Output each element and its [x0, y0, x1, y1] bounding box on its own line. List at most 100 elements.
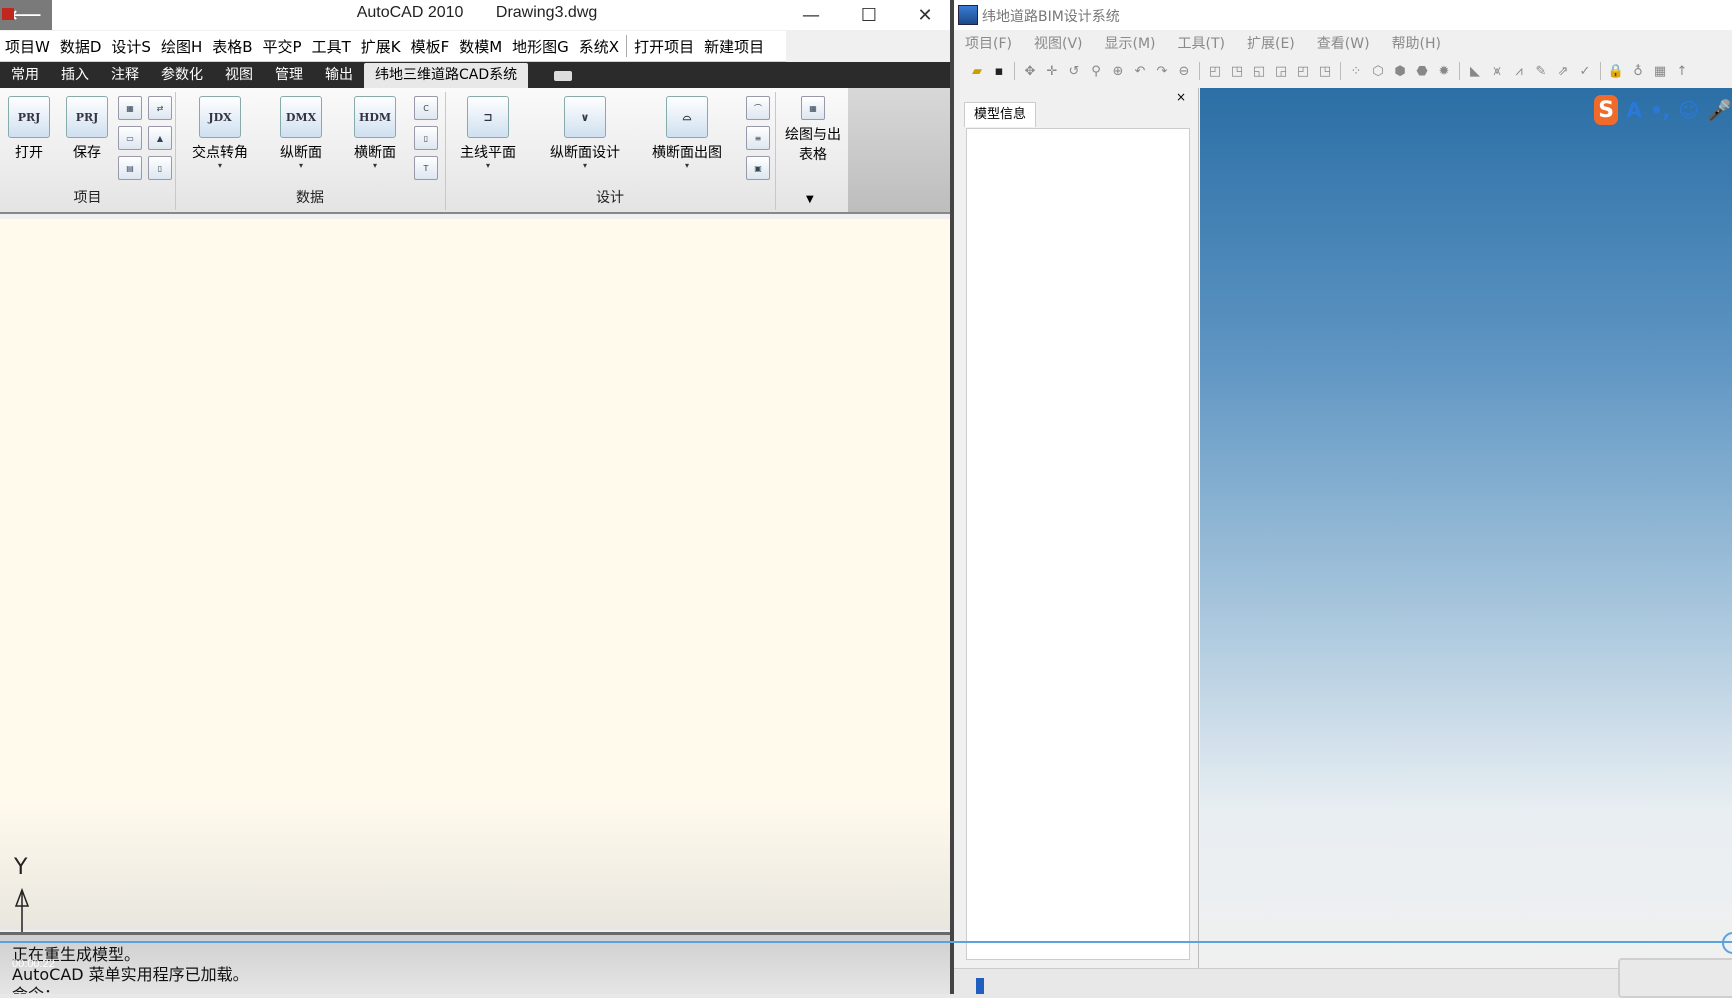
close-button[interactable]: ✕ [896, 0, 954, 30]
solid-icon[interactable]: ⬣ [1413, 62, 1431, 80]
model-info-tree[interactable] [966, 128, 1190, 960]
menu-item-intersection[interactable]: 平交P [258, 36, 307, 57]
ime-mic-icon[interactable]: 🎤 [1707, 98, 1732, 122]
menu-item-help[interactable]: 帮助(H) [1381, 33, 1452, 53]
road-model-icon[interactable]: ◣ [1466, 62, 1484, 80]
ime-english-icon[interactable]: A [1626, 98, 1641, 122]
zoom-realtime-icon[interactable]: ⚲ [1087, 62, 1105, 80]
zoom-next-icon[interactable]: ↷ [1153, 62, 1171, 80]
open-project-button[interactable]: PRJ 打开 [8, 96, 50, 162]
panel-close-icon[interactable]: × [1176, 90, 1186, 104]
menu-item-design[interactable]: 设计S [106, 36, 156, 57]
view-front-icon[interactable]: ◰ [1206, 62, 1224, 80]
dmx-button[interactable]: DMX 纵断面 ▾ [280, 96, 322, 170]
ctr-icon[interactable]: C [414, 96, 438, 120]
menu-item-lookup[interactable]: 查看(W) [1306, 33, 1381, 53]
dropdown-arrow-icon: ▾ [298, 161, 303, 170]
menu-item-extend[interactable]: 扩展K [356, 36, 406, 57]
points-icon[interactable]: ⁘ [1347, 62, 1365, 80]
tab-model-info[interactable]: 模型信息 [964, 102, 1036, 127]
ime-emoji-icon[interactable]: ☺ [1678, 98, 1699, 122]
menu-item-topo[interactable]: 地形图G [507, 36, 574, 57]
open-folder-icon[interactable]: ▰ [968, 62, 986, 80]
profile-design-button[interactable]: ∨ 纵断面设计 ▾ [550, 96, 620, 170]
tab-home[interactable]: 常用 [0, 63, 50, 88]
project-window-icon[interactable]: ▭ [118, 126, 142, 150]
sogou-logo-icon[interactable]: S [1594, 95, 1619, 125]
hdm-button[interactable]: HDM 横断面 ▾ [354, 96, 396, 170]
tab-hintcad[interactable]: 纬地三维道路CAD系统 [364, 63, 529, 88]
grid-icon[interactable]: ▦ [1651, 62, 1669, 80]
image-icon[interactable]: ▣ [746, 156, 770, 180]
edit-icon[interactable]: ✎ [1532, 62, 1550, 80]
plot-tables-button[interactable]: ▦ 绘图与出 表格 [778, 96, 848, 164]
menu-item-extend[interactable]: 扩展(E) [1236, 33, 1306, 53]
drawing-area[interactable] [0, 219, 950, 930]
terrain-icon[interactable]: ▲ [148, 126, 172, 150]
maximize-button[interactable]: ☐ [840, 0, 898, 30]
view-bottom-icon[interactable]: ◳ [1316, 62, 1334, 80]
zoom-prev-icon[interactable]: ↶ [1131, 62, 1149, 80]
export-icon[interactable]: ⇗ [1554, 62, 1572, 80]
tab-manage[interactable]: 管理 [264, 63, 314, 88]
zoom-out-icon[interactable]: ⊖ [1175, 62, 1193, 80]
view-top-icon[interactable]: ◰ [1294, 62, 1312, 80]
curve-icon[interactable]: ⌒ [746, 96, 770, 120]
project-compare-icon[interactable]: ⇄ [148, 96, 172, 120]
command-prompt[interactable]: 命令： [12, 981, 60, 994]
bridge-icon[interactable]: ⩙ [1488, 62, 1506, 80]
ime-punctuation-icon[interactable]: •, [1650, 98, 1670, 122]
report-icon[interactable]: ▯ [414, 126, 438, 150]
panel-expand-icon[interactable]: ▼ [806, 194, 814, 205]
document-icon[interactable]: ▯ [148, 156, 172, 180]
shaded-icon[interactable]: ⬢ [1391, 62, 1409, 80]
save-icon[interactable]: ▪ [990, 62, 1008, 80]
tab-output[interactable]: 输出 [314, 63, 364, 88]
menu-item-data[interactable]: 数据D [55, 36, 107, 57]
jdx-icon: JDX [199, 96, 241, 138]
tunnel-icon[interactable]: ⩘ [1510, 62, 1528, 80]
tab-annotate[interactable]: 注释 [100, 63, 150, 88]
rotate-icon[interactable]: ↺ [1065, 62, 1083, 80]
menu-item-tools[interactable]: 工具(T) [1167, 33, 1236, 53]
spreadsheet-icon[interactable]: ▤ [118, 156, 142, 180]
cross-section-plot-button[interactable]: ⌓ 横断面出图 ▾ [652, 96, 722, 170]
tab-view[interactable]: 视图 [214, 63, 264, 88]
ime-toolbar[interactable]: S A •, ☺ 🎤 [1594, 92, 1732, 128]
menu-item-project[interactable]: 项目(F) [954, 33, 1023, 53]
ribbon-minimize-toggle[interactable] [554, 71, 573, 81]
tab-insert[interactable]: 插入 [50, 63, 100, 88]
minimize-button[interactable]: — [782, 0, 840, 30]
3d-viewport[interactable] [1200, 88, 1732, 968]
light-icon[interactable]: ♁ [1629, 62, 1647, 80]
menu-item-open-project[interactable]: 打开项目 [629, 36, 699, 57]
zoom-window-icon[interactable]: ⊕ [1109, 62, 1127, 80]
menu-item-system[interactable]: 系统X [574, 36, 624, 57]
pan-icon[interactable]: ✛ [1043, 62, 1061, 80]
menu-item-template[interactable]: 模板F [406, 36, 455, 57]
view-left-icon[interactable]: ◱ [1250, 62, 1268, 80]
project-settings-icon[interactable]: ▦ [118, 96, 142, 120]
texture-icon[interactable]: ✹ [1435, 62, 1453, 80]
menu-item-dtm[interactable]: 数模M [454, 36, 507, 57]
menu-item-view[interactable]: 视图(V) [1023, 33, 1094, 53]
menu-item-tools[interactable]: 工具T [307, 36, 356, 57]
save-project-button[interactable]: PRJ 保存 [66, 96, 108, 162]
menu-item-table[interactable]: 表格B [207, 36, 257, 57]
menu-item-project[interactable]: 项目W [0, 36, 55, 57]
orbit-icon[interactable]: ✥ [1021, 62, 1039, 80]
arrow-up-icon[interactable]: ↑ [1673, 62, 1691, 80]
menu-item-display[interactable]: 显示(M) [1094, 33, 1167, 53]
menu-item-new-project[interactable]: 新建项目 [699, 36, 769, 57]
road-icon[interactable]: ≡ [746, 126, 770, 150]
tf-icon[interactable]: T [414, 156, 438, 180]
wireframe-icon[interactable]: ⬡ [1369, 62, 1387, 80]
view-back-icon[interactable]: ◳ [1228, 62, 1246, 80]
lock-icon[interactable]: 🔒 [1607, 62, 1625, 80]
tab-parametric[interactable]: 参数化 [150, 63, 214, 88]
jdx-button[interactable]: JDX 交点转角 ▾ [192, 96, 248, 170]
view-right-icon[interactable]: ◲ [1272, 62, 1290, 80]
check-icon[interactable]: ✓ [1576, 62, 1594, 80]
menu-item-drawing[interactable]: 绘图H [156, 36, 207, 57]
alignment-plan-button[interactable]: ⊐ 主线平面 ▾ [460, 96, 516, 170]
